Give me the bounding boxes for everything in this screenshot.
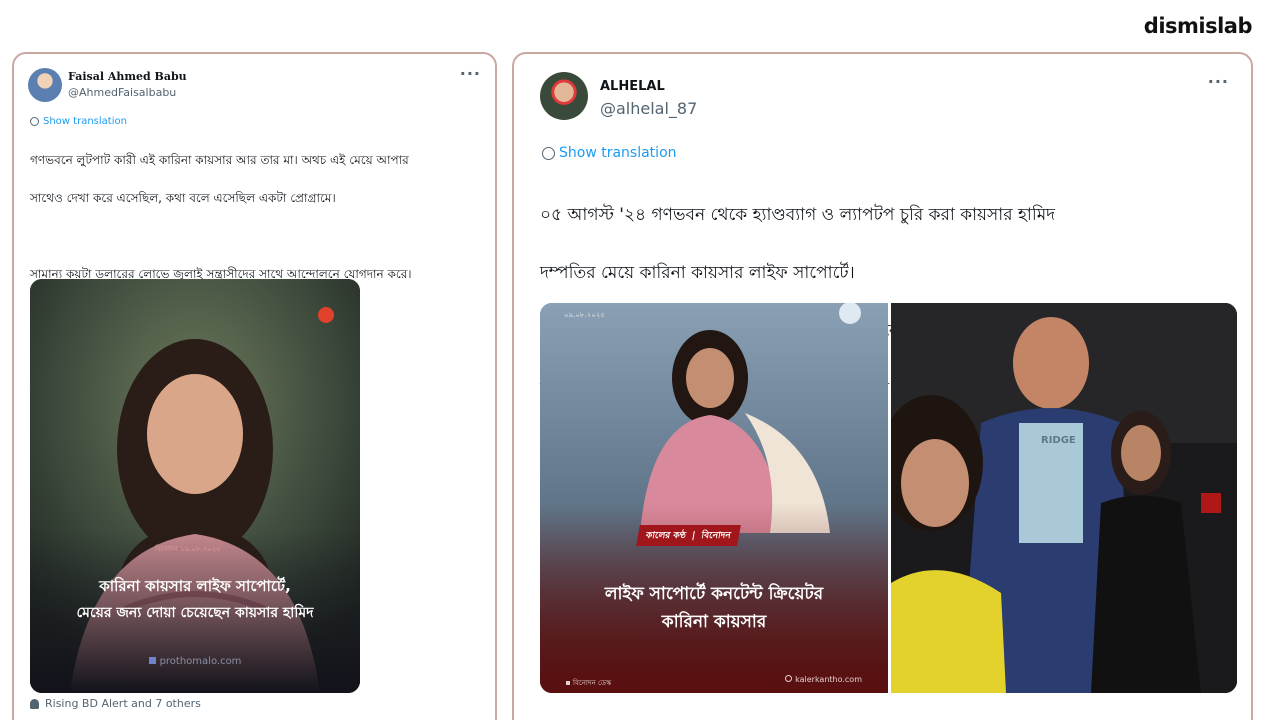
news-badge: কালের কণ্ঠ | বিনোদন [636,525,741,546]
author-name[interactable]: Faisal Ahmed Babu [68,70,187,83]
more-options-icon[interactable]: ··· [1208,72,1229,91]
photo-group-selfie [891,303,1237,693]
show-translation-label: Show translation [559,145,677,161]
footer-label: Rising BD Alert and 7 others [45,697,201,710]
show-translation-link[interactable]: Show translation [542,145,677,161]
media-caption-line1: কারিনা কায়সার লাইফ সাপোর্টে, [99,577,291,595]
tweet-line: দম্পতির মেয়ে কারিনা কায়সার লাইফ সাপোর্… [540,263,855,283]
source-icon [785,675,793,682]
tweet-media-image[interactable]: বিনোদন ১৯.০৮.২০২৫ কারিনা কায়সার লাইফ সা… [30,279,360,693]
avatar[interactable] [28,68,62,102]
more-options-icon[interactable]: ··· [460,64,481,83]
tweet-line: গণভবনে লুটপাট কারী এই কারিনা কায়সার আর … [30,153,409,167]
media-date-tag: ০৯.০৮.২০২৫ [564,311,605,319]
tweet-footer[interactable]: Rising BD Alert and 7 others [30,697,201,710]
tweet-media-image-2[interactable]: RIDGE [891,303,1237,693]
translate-icon [30,117,39,126]
tweet-line [30,227,490,246]
tweet-media-image-1[interactable]: ০৯.০৮.২০২৫ কালের কণ্ঠ | বিনোদন লাইফ সাপো… [540,303,888,693]
tweet-line: ০৫ আগস্ট '২৪ গণভবন থেকে হ্যাণ্ডব্যাগ ও ল… [540,205,1056,225]
show-translation-label: Show translation [43,116,127,127]
media-source: prothomalo.com [30,656,360,667]
photo-woman-portrait [30,279,360,693]
author-handle[interactable]: @alhelal_87 [600,99,697,118]
tweet-card-left: Faisal Ahmed Babu @AhmedFaisalbabu ··· S… [12,52,497,720]
media-date-tag: বিনোদন ১৯.০৮.২০২৫ [155,545,221,553]
brand-logo: dismislab [1143,14,1253,38]
media-reporter: বিনোদন ডেস্ক [566,677,611,689]
author-handle[interactable]: @AhmedFaisalbabu [68,86,176,99]
reporter-icon [566,681,570,685]
media-caption-line2: কারিনা কায়সার [661,612,767,632]
translate-icon [542,146,555,160]
media-caption-line2: মেয়ের জন্য দোয়া চেয়েছেন কায়সার হামিদ [76,605,314,621]
shirt-text: RIDGE [1041,435,1076,446]
tweet-line: সাথেও দেখা করে এসেছিল, কথা বলে এসেছিল এক… [30,191,336,205]
news-badge-brand: কালের কণ্ঠ [645,531,687,541]
source-icon [148,657,156,664]
show-translation-link[interactable]: Show translation [30,116,127,127]
author-name[interactable]: ALHELAL [600,79,665,94]
news-badge-section: বিনোদন [700,531,732,541]
person-icon [30,698,39,709]
media-source: kalerkantho.com [785,675,862,684]
avatar[interactable] [540,72,588,120]
tweet-card-right: ALHELAL @alhelal_87 ··· Show translation… [512,52,1253,720]
media-caption-line1: লাইফ সাপোর্টে কনটেন্ট ক্রিয়েটর [604,584,824,604]
